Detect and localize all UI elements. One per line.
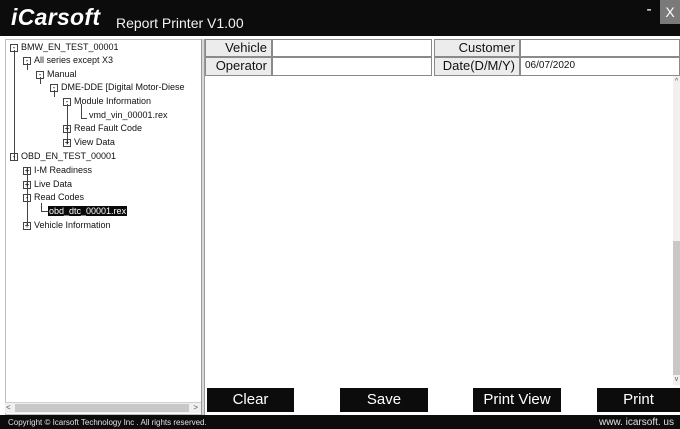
- tree-node-im-readiness[interactable]: + I-M Readiness: [23, 165, 92, 176]
- report-tree[interactable]: - BMW_EN_TEST_00001 - All series except X3…: [5, 39, 201, 415]
- collapse-icon[interactable]: -: [23, 194, 31, 202]
- copyright-text: Copyright © Icarsoft Technology Inc . Al…: [8, 418, 207, 427]
- tree-node-label: Manual: [47, 69, 77, 79]
- tree-node-label: Vehicle Information: [34, 220, 111, 230]
- title-bar: iCarsoft Report Printer V1.00 - X: [0, 0, 680, 36]
- tree-node-dme-dde[interactable]: - DME-DDE [Digital Motor-Diese: [50, 82, 185, 93]
- expand-icon[interactable]: +: [63, 125, 71, 133]
- operator-label: Operator: [205, 57, 272, 76]
- expand-icon[interactable]: +: [63, 139, 71, 147]
- brand-logo: iCarsoft: [11, 4, 101, 30]
- scrollbar-thumb[interactable]: [673, 241, 680, 375]
- print-view-button[interactable]: Print View: [473, 388, 561, 412]
- tree-node-label: All series except X3: [34, 55, 114, 65]
- report-info-form: Vehicle Customer Operator Date(D/M/Y) 06…: [205, 39, 680, 76]
- tree-node-label-selected: obd_dtc_00001.rex: [48, 206, 128, 216]
- tree-node-module-information[interactable]: - Module Information: [63, 96, 151, 107]
- tree-node-label: Read Fault Code: [74, 123, 143, 133]
- expand-icon[interactable]: +: [23, 167, 31, 175]
- tree-connector: [41, 211, 48, 212]
- vehicle-label: Vehicle: [205, 39, 272, 57]
- expand-icon[interactable]: +: [23, 222, 31, 230]
- tree-node-read-fault-code[interactable]: + Read Fault Code: [63, 123, 142, 134]
- tree-node-obd-dtc-file[interactable]: obd_dtc_00001.rex: [48, 206, 128, 217]
- collapse-icon[interactable]: -: [10, 44, 18, 52]
- clear-button[interactable]: Clear: [207, 388, 294, 412]
- tree-connector: [14, 50, 15, 160]
- tree-connector: [41, 203, 42, 211]
- scroll-up-icon[interactable]: ^: [673, 78, 680, 85]
- tree-node-label: OBD_EN_TEST_00001: [21, 151, 117, 161]
- content-vertical-scrollbar[interactable]: ^ v: [673, 76, 680, 385]
- report-content-area[interactable]: [205, 76, 673, 385]
- footer-bar: Copyright © Icarsoft Technology Inc . Al…: [0, 415, 680, 429]
- tree-node-live-data[interactable]: + Live Data: [23, 179, 72, 190]
- tree-node-label: View Data: [74, 137, 115, 147]
- scroll-down-icon[interactable]: v: [673, 376, 680, 383]
- tree-node-obd-test[interactable]: - OBD_EN_TEST_00001: [10, 151, 116, 162]
- vehicle-field[interactable]: [272, 39, 432, 57]
- tree-node-label: BMW_EN_TEST_00001: [21, 42, 119, 52]
- collapse-icon[interactable]: -: [23, 57, 31, 65]
- collapse-icon[interactable]: -: [36, 71, 44, 79]
- app-title: Report Printer V1.00: [116, 15, 244, 31]
- scroll-right-icon[interactable]: >: [193, 403, 198, 413]
- tree-node-label: DME-DDE [Digital Motor-Diese: [61, 82, 185, 92]
- scrollbar-thumb[interactable]: [15, 404, 189, 412]
- minimize-button[interactable]: -: [638, 0, 660, 24]
- tree-node-label: Live Data: [34, 179, 73, 189]
- tree-node-bmw-test[interactable]: - BMW_EN_TEST_00001: [10, 42, 119, 53]
- window-controls: - X: [638, 0, 680, 36]
- tree-node-label: I-M Readiness: [34, 165, 93, 175]
- action-bar: Clear Save Print View Print: [205, 385, 680, 415]
- tree-connector: [81, 118, 87, 119]
- tree-node-view-data[interactable]: + View Data: [63, 137, 115, 148]
- print-button[interactable]: Print: [597, 388, 680, 412]
- tree-node-vmd-vin-file[interactable]: vmd_vin_00001.rex: [89, 110, 168, 121]
- collapse-icon[interactable]: -: [10, 153, 18, 161]
- customer-label: Customer: [434, 39, 520, 57]
- scroll-left-icon[interactable]: <: [6, 403, 11, 413]
- date-label: Date(D/M/Y): [434, 57, 520, 76]
- tree-node-read-codes[interactable]: - Read Codes: [23, 192, 84, 203]
- customer-field[interactable]: [520, 39, 680, 57]
- operator-field[interactable]: [272, 57, 432, 76]
- tree-node-label: vmd_vin_00001.rex: [89, 110, 168, 120]
- collapse-icon[interactable]: -: [63, 98, 71, 106]
- tree-node-manual[interactable]: - Manual: [36, 69, 77, 80]
- close-button[interactable]: X: [660, 0, 680, 24]
- date-field[interactable]: 06/07/2020: [520, 57, 680, 76]
- tree-node-label: Module Information: [74, 96, 152, 106]
- tree-node-all-series[interactable]: - All series except X3: [23, 55, 113, 66]
- collapse-icon[interactable]: -: [50, 84, 58, 92]
- save-button[interactable]: Save: [340, 388, 428, 412]
- tree-horizontal-scrollbar[interactable]: < >: [5, 402, 201, 413]
- tree-node-label: Read Codes: [34, 192, 85, 202]
- website-link[interactable]: www. icarsoft. us: [599, 417, 674, 428]
- tree-node-vehicle-information[interactable]: + Vehicle Information: [23, 220, 111, 231]
- expand-icon[interactable]: +: [23, 181, 31, 189]
